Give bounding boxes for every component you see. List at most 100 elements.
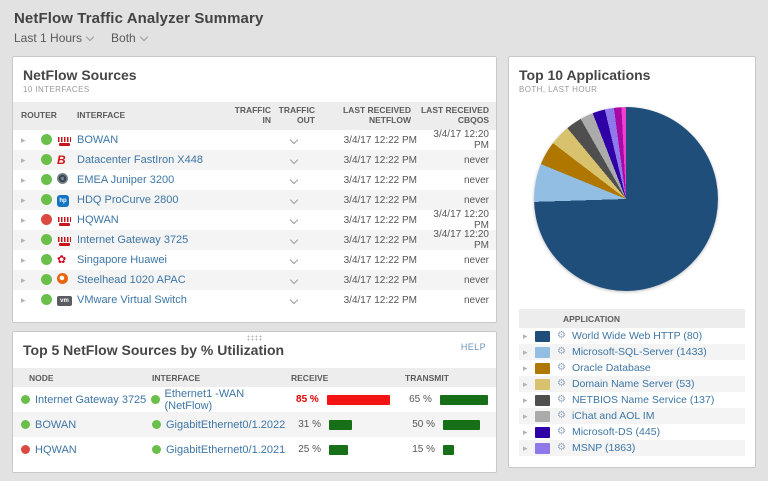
node-link[interactable]: Internet Gateway 3725 [35, 394, 146, 406]
router-link[interactable]: Singapore Huawei [77, 254, 167, 266]
table-row: ▸ vm VMware Virtual Switch 3/4/17 12:22 … [13, 290, 496, 310]
application-link[interactable]: Microsoft-DS (445) [572, 426, 660, 438]
chevron-down-icon [86, 32, 94, 40]
time-filter-dropdown[interactable]: Last 1 Hours [14, 31, 93, 45]
application-link[interactable]: NETBIOS Name Service (137) [572, 394, 714, 406]
huawei-icon: ✿ [57, 255, 66, 266]
expand-icon[interactable]: ▸ [523, 443, 535, 454]
direction-filter-dropdown[interactable]: Both [111, 31, 147, 45]
application-link[interactable]: iChat and AOL IM [572, 410, 655, 422]
router-link[interactable]: VMware Virtual Switch [77, 294, 187, 306]
chevron-down-icon[interactable] [290, 235, 298, 243]
node-link[interactable]: BOWAN [35, 419, 76, 431]
router-link[interactable]: Steelhead 1020 APAC [77, 274, 186, 286]
color-swatch [535, 379, 550, 390]
top10-applications-panel: Top 10 Applications BOTH, LAST HOUR APPL… [508, 56, 756, 468]
expand-icon[interactable]: ▸ [523, 427, 535, 438]
cisco-icon [57, 236, 71, 246]
hp-icon: hp [57, 195, 69, 207]
router-link[interactable]: EMEA Juniper 3200 [77, 174, 174, 186]
expand-icon[interactable]: ▸ [21, 295, 26, 305]
application-link[interactable]: Microsoft-SQL-Server (1433) [572, 346, 707, 358]
gear-icon: ⚙ [557, 395, 566, 405]
table-row: ▸ B Datacenter FastIron X448 3/4/17 12:2… [13, 150, 496, 170]
table-row: ▸ ✿ Singapore Huawei 3/4/17 12:22 PM nev… [13, 250, 496, 270]
router-link[interactable]: BOWAN [77, 134, 118, 146]
status-dot [152, 445, 161, 454]
last-cbqos-cell: never [417, 155, 489, 166]
color-swatch [535, 427, 550, 438]
node-link[interactable]: HQWAN [35, 444, 77, 456]
last-cbqos-cell: never [417, 295, 489, 306]
chevron-down-icon[interactable] [290, 175, 298, 183]
expand-icon[interactable]: ▸ [21, 155, 26, 165]
status-dot [41, 174, 52, 185]
router-link[interactable]: Datacenter FastIron X448 [77, 154, 203, 166]
interface-link[interactable]: Ethernet1 -WAN (NetFlow) [165, 388, 289, 412]
router-link[interactable]: HQWAN [77, 214, 119, 226]
expand-icon[interactable]: ▸ [21, 255, 26, 265]
drag-handle-icon[interactable] [246, 335, 263, 341]
gear-icon: ⚙ [557, 363, 566, 373]
application-link[interactable]: MSNP (1863) [572, 442, 635, 454]
chevron-down-icon[interactable] [290, 135, 298, 143]
chevron-down-icon[interactable] [290, 275, 298, 283]
help-link[interactable]: HELP [461, 342, 486, 352]
table-row: Internet Gateway 3725 Ethernet1 -WAN (Ne… [13, 387, 496, 412]
expand-icon[interactable]: ▸ [523, 411, 535, 422]
table-header: ROUTER INTERFACE TRAFFIC IN TRAFFIC OUT … [13, 102, 496, 130]
list-item: ▸ ⚙ Microsoft-DS (445) [519, 424, 745, 440]
table-row: ▸ Internet Gateway 3725 3/4/17 12:22 PM … [13, 230, 496, 250]
list-item: ▸ ⚙ Microsoft-SQL-Server (1433) [519, 344, 745, 360]
last-cbqos-cell: never [417, 195, 489, 206]
expand-icon[interactable]: ▸ [21, 215, 26, 225]
applications-pie[interactable] [534, 107, 718, 291]
transmit-bar [440, 395, 488, 405]
transmit-percent: 15 % [405, 444, 435, 455]
chevron-down-icon[interactable] [290, 155, 298, 163]
expand-icon[interactable]: ▸ [523, 379, 535, 390]
expand-icon[interactable]: ▸ [523, 331, 535, 342]
expand-icon[interactable]: ▸ [21, 135, 26, 145]
chevron-down-icon[interactable] [290, 215, 298, 223]
application-link[interactable]: Domain Name Server (53) [572, 378, 695, 390]
last-cbqos-cell: never [417, 275, 489, 286]
list-item: ▸ ⚙ NETBIOS Name Service (137) [519, 392, 745, 408]
router-link[interactable]: HDQ ProCurve 2800 [77, 194, 179, 206]
brocade-icon: B [57, 153, 66, 167]
status-dot [41, 234, 52, 245]
netflow-sources-table: ▸ BOWAN 3/4/17 12:22 PM 3/4/17 12:20 PM … [13, 130, 496, 310]
expand-icon[interactable]: ▸ [21, 235, 26, 245]
expand-icon[interactable]: ▸ [523, 347, 535, 358]
table-row: ▸ EMEA Juniper 3200 3/4/17 12:22 PM neve… [13, 170, 496, 190]
last-cbqos-cell: never [417, 255, 489, 266]
gear-icon: ⚙ [557, 331, 566, 341]
expand-icon[interactable]: ▸ [523, 395, 535, 406]
router-link[interactable]: Internet Gateway 3725 [77, 234, 188, 246]
expand-icon[interactable]: ▸ [21, 175, 26, 185]
status-dot [41, 134, 52, 145]
direction-filter-label: Both [111, 31, 136, 45]
panel-subtitle: 10 INTERFACES [13, 83, 496, 94]
application-link[interactable]: Oracle Database [572, 362, 651, 374]
expand-icon[interactable]: ▸ [523, 363, 535, 374]
status-dot [41, 154, 52, 165]
expand-icon[interactable]: ▸ [21, 195, 26, 205]
top5-utilization-panel: HELP Top 5 NetFlow Sources by % Utilizat… [12, 331, 497, 473]
last-cbqos-cell: 3/4/17 12:20 PM [417, 209, 489, 231]
application-link[interactable]: World Wide Web HTTP (80) [572, 330, 702, 342]
panel-title: Top 10 Applications [509, 57, 755, 83]
chevron-down-icon[interactable] [290, 295, 298, 303]
table-row: ▸ BOWAN 3/4/17 12:22 PM 3/4/17 12:20 PM [13, 130, 496, 150]
col-traffic-out: TRAFFIC OUT [271, 106, 315, 126]
table-row: BOWAN GigabitEthernet0/1.2022 31 % 50 % [13, 412, 496, 437]
chevron-down-icon[interactable] [290, 195, 298, 203]
last-cbqos-cell: 3/4/17 12:20 PM [417, 129, 489, 151]
expand-icon[interactable]: ▸ [21, 275, 26, 285]
interface-link[interactable]: GigabitEthernet0/1.2022 [166, 419, 285, 431]
interface-link[interactable]: GigabitEthernet0/1.2021 [166, 444, 285, 456]
chevron-down-icon[interactable] [290, 255, 298, 263]
color-swatch [535, 363, 550, 374]
last-netflow-cell: 3/4/17 12:22 PM [311, 175, 417, 186]
list-item: ▸ ⚙ iChat and AOL IM [519, 408, 745, 424]
